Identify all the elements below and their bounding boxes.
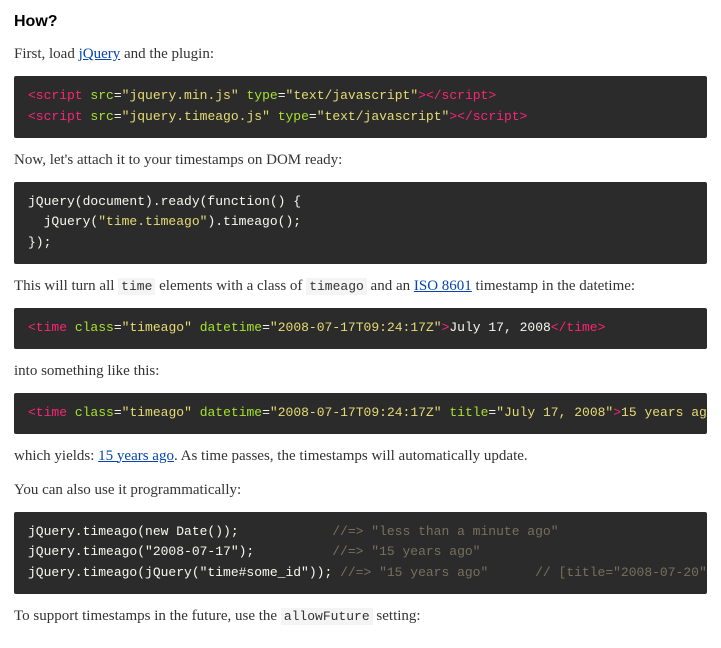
iso-link[interactable]: ISO 8601	[414, 278, 472, 294]
yields-paragraph: which yields: 15 years ago. As time pass…	[14, 444, 707, 468]
intro-text2: and the plugin:	[120, 46, 214, 62]
future-paragraph: To support timestamps in the future, use…	[14, 604, 707, 628]
yields-text-after: . As time passes, the timestamps will au…	[174, 448, 528, 464]
allow-future-code: allowFuture	[281, 608, 373, 625]
code-block-time-input: <time class="timeago" datetime="2008-07-…	[14, 308, 707, 349]
time-code: time	[118, 278, 155, 295]
code-block-time-output: <time class="timeago" datetime="2008-07-…	[14, 393, 707, 434]
code-block-scripts: <script src="jquery.min.js" type="text/j…	[14, 76, 707, 138]
code-block-ready: jQuery(document).ready(function() { jQue…	[14, 182, 707, 264]
into-paragraph: into something like this:	[14, 359, 707, 383]
programmatic-paragraph: You can also use it programmatically:	[14, 478, 707, 502]
future-text-after: setting:	[373, 608, 421, 624]
jquery-link[interactable]: jQuery	[79, 46, 121, 62]
turn-text-before: This will turn all	[14, 278, 118, 294]
intro-text: First, load	[14, 46, 79, 62]
timeago-code: timeago	[306, 278, 367, 295]
section-heading: How?	[14, 10, 707, 34]
turn-paragraph: This will turn all time elements with a …	[14, 274, 707, 298]
turn-text-end: timestamp in the datetime:	[472, 278, 635, 294]
yields-text-before: which yields:	[14, 448, 98, 464]
code-block-programmatic: jQuery.timeago(new Date()); //=> "less t…	[14, 512, 707, 594]
turn-text-mid1: elements with a class of	[155, 278, 306, 294]
turn-text-mid2: and an	[367, 278, 414, 294]
future-text-before: To support timestamps in the future, use…	[14, 608, 281, 624]
years-ago-link[interactable]: 15 years ago	[98, 448, 174, 464]
intro-paragraph: First, load jQuery and the plugin:	[14, 42, 707, 66]
attach-paragraph: Now, let's attach it to your timestamps …	[14, 148, 707, 172]
